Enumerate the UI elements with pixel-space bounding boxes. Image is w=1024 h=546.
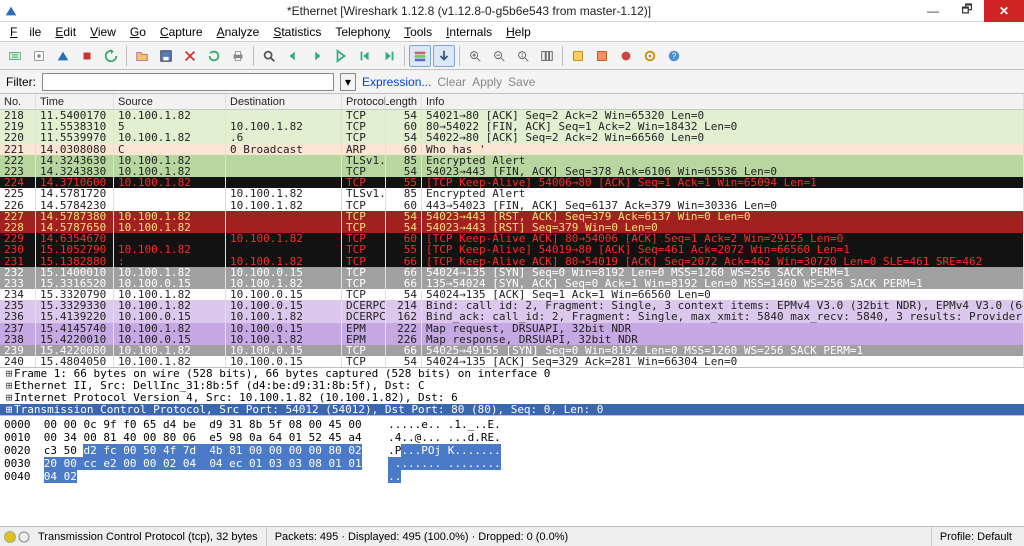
status-packets: Packets: 495 · Displayed: 495 (100.0%) ·…: [267, 527, 932, 546]
zoom-in-icon[interactable]: [464, 45, 486, 67]
start-capture-icon[interactable]: [52, 45, 74, 67]
open-icon[interactable]: [131, 45, 153, 67]
table-row[interactable]: 23115.1382880:10.100.1.82TCP66[TCP Keep-…: [0, 255, 1024, 266]
table-row[interactable]: 23715.414574010.100.1.8210.100.0.15EPM22…: [0, 323, 1024, 334]
table-row[interactable]: 24015.480405010.100.1.8210.100.0.15TCP54…: [0, 356, 1024, 367]
app-icon: [4, 4, 18, 18]
packet-list[interactable]: No. Time Source Destination Protocol Len…: [0, 94, 1024, 367]
resize-cols-icon[interactable]: [536, 45, 558, 67]
apply-link[interactable]: Apply: [472, 75, 502, 89]
table-row[interactable]: 21911.5538310510.100.1.82TCP6080→54022 […: [0, 121, 1024, 132]
status-profile[interactable]: Profile: Default: [932, 527, 1020, 546]
prefs-icon[interactable]: [639, 45, 661, 67]
table-row[interactable]: 23215.140001010.100.1.8210.100.0.15TCP66…: [0, 267, 1024, 278]
table-row[interactable]: 23915.422008010.100.1.8210.100.0.15TCP66…: [0, 345, 1024, 356]
goto-icon[interactable]: [330, 45, 352, 67]
window-title: *Ethernet [Wireshark 1.12.8 (v1.12.8-0-g…: [22, 4, 916, 18]
packet-list-body[interactable]: 21811.540017010.100.1.82TCP5454021→80 [A…: [0, 110, 1024, 367]
menubar: File Edit View Go Capture Analyze Statis…: [0, 22, 1024, 42]
expression-link[interactable]: Expression...: [362, 75, 431, 89]
back-icon[interactable]: [282, 45, 304, 67]
save-link[interactable]: Save: [508, 75, 535, 89]
table-row[interactable]: 22514.578172010.100.1.82TLSv1.285Encrypt…: [0, 188, 1024, 199]
table-row[interactable]: 22814.578765010.100.1.82TCP5454023→443 […: [0, 222, 1024, 233]
display-filters-icon[interactable]: [591, 45, 613, 67]
clear-link[interactable]: Clear: [437, 75, 466, 89]
table-row[interactable]: 23815.422001010.100.0.1510.100.1.82EPM22…: [0, 334, 1024, 345]
menu-view[interactable]: View: [84, 24, 122, 40]
close-file-icon[interactable]: [179, 45, 201, 67]
table-row[interactable]: 22414.371060010.100.1.82TCP55[TCP Keep-A…: [0, 177, 1024, 188]
menu-capture[interactable]: Capture: [154, 24, 209, 40]
col-time[interactable]: Time: [36, 94, 114, 109]
menu-help[interactable]: Help: [500, 24, 537, 40]
comment-icon[interactable]: [18, 531, 30, 543]
filter-row: Filter: ▾ Expression... Clear Apply Save: [0, 70, 1024, 94]
table-row[interactable]: 23015.105279010.100.1.82TCP55[TCP Keep-A…: [0, 244, 1024, 255]
table-row[interactable]: 22114.0308080C0 BroadcastARP60Who has ': [0, 144, 1024, 155]
table-row[interactable]: 22214.324363010.100.1.82TLSv1.285Encrypt…: [0, 155, 1024, 166]
menu-statistics[interactable]: Statistics: [267, 24, 327, 40]
interfaces-icon[interactable]: [4, 45, 26, 67]
table-row[interactable]: 22011.553997010.100.1.82.6TCP5454022→80 …: [0, 132, 1024, 143]
filter-input[interactable]: [42, 73, 334, 91]
table-row[interactable]: 23415.332079010.100.1.8210.100.0.15TCP54…: [0, 289, 1024, 300]
packet-list-header[interactable]: No. Time Source Destination Protocol Len…: [0, 94, 1024, 110]
col-prot[interactable]: Protocol: [342, 94, 386, 109]
table-row[interactable]: 22614.578423010.100.1.82TCP60443→54023 […: [0, 200, 1024, 211]
menu-tools[interactable]: Tools: [398, 24, 438, 40]
menu-analyze[interactable]: Analyze: [211, 24, 266, 40]
autoscroll-icon[interactable]: [433, 45, 455, 67]
col-len[interactable]: Length: [386, 94, 422, 109]
detail-tcp[interactable]: ⊞Transmission Control Protocol, Src Port…: [0, 404, 1024, 415]
menu-edit[interactable]: Edit: [49, 24, 82, 40]
stop-capture-icon[interactable]: [76, 45, 98, 67]
svg-text:?: ?: [672, 51, 677, 60]
table-row[interactable]: 23615.413922010.100.0.1510.100.1.82DCERP…: [0, 311, 1024, 322]
table-row[interactable]: 23315.331652010.100.0.1510.100.1.82TCP66…: [0, 278, 1024, 289]
table-row[interactable]: 21811.540017010.100.1.82TCP5454021→80 [A…: [0, 110, 1024, 121]
plus-icon[interactable]: ⊞: [4, 404, 14, 415]
col-no[interactable]: No.: [0, 94, 36, 109]
print-icon[interactable]: [227, 45, 249, 67]
table-row[interactable]: 22714.578738010.100.1.82TCP5454023→443 […: [0, 211, 1024, 222]
statusbar: Transmission Control Protocol (tcp), 32 …: [0, 526, 1024, 546]
first-icon[interactable]: [354, 45, 376, 67]
coloring-rules-icon[interactable]: [615, 45, 637, 67]
table-row[interactable]: 23515.332933010.100.1.8210.100.0.15DCERP…: [0, 300, 1024, 311]
expert-info-icon[interactable]: [4, 531, 16, 543]
minimize-button[interactable]: —: [916, 0, 950, 22]
packet-details[interactable]: ⊞Frame 1: 66 bytes on wire (528 bits), 6…: [0, 367, 1024, 415]
hex-pane[interactable]: 0000 00 00 0c 9f f0 65 d4 be d9 31 8b 5f…: [0, 415, 1024, 526]
help-icon[interactable]: ?: [663, 45, 685, 67]
status-proto: Transmission Control Protocol (tcp), 32 …: [30, 527, 267, 546]
table-row[interactable]: 22914.6354670 10.100.1.82TCP60[TCP Keep-…: [0, 233, 1024, 244]
forward-icon[interactable]: [306, 45, 328, 67]
table-row[interactable]: 22314.324383010.100.1.82TCP5454023→443 […: [0, 166, 1024, 177]
filter-label: Filter:: [6, 75, 36, 89]
svg-text:1: 1: [521, 52, 524, 58]
menu-file[interactable]: File: [4, 24, 47, 40]
maximize-button[interactable]: 🗗: [950, 0, 984, 22]
find-icon[interactable]: [258, 45, 280, 67]
colorize-icon[interactable]: [409, 45, 431, 67]
zoom-out-icon[interactable]: [488, 45, 510, 67]
zoom-fit-icon[interactable]: 1: [512, 45, 534, 67]
filter-dropdown-icon[interactable]: ▾: [340, 73, 356, 91]
capture-filters-icon[interactable]: [567, 45, 589, 67]
titlebar: *Ethernet [Wireshark 1.12.8 (v1.12.8-0-g…: [0, 0, 1024, 22]
col-src[interactable]: Source: [114, 94, 226, 109]
close-button[interactable]: ✕: [984, 0, 1024, 22]
restart-capture-icon[interactable]: [100, 45, 122, 67]
reload-icon[interactable]: [203, 45, 225, 67]
menu-internals[interactable]: Internals: [440, 24, 498, 40]
menu-go[interactable]: Go: [124, 24, 152, 40]
toolbar: 1 ?: [0, 42, 1024, 70]
col-dst[interactable]: Destination: [226, 94, 342, 109]
menu-telephony[interactable]: Telephony: [329, 24, 396, 40]
last-icon[interactable]: [378, 45, 400, 67]
options-icon[interactable]: [28, 45, 50, 67]
col-info[interactable]: Info: [422, 94, 1024, 109]
save-icon[interactable]: [155, 45, 177, 67]
